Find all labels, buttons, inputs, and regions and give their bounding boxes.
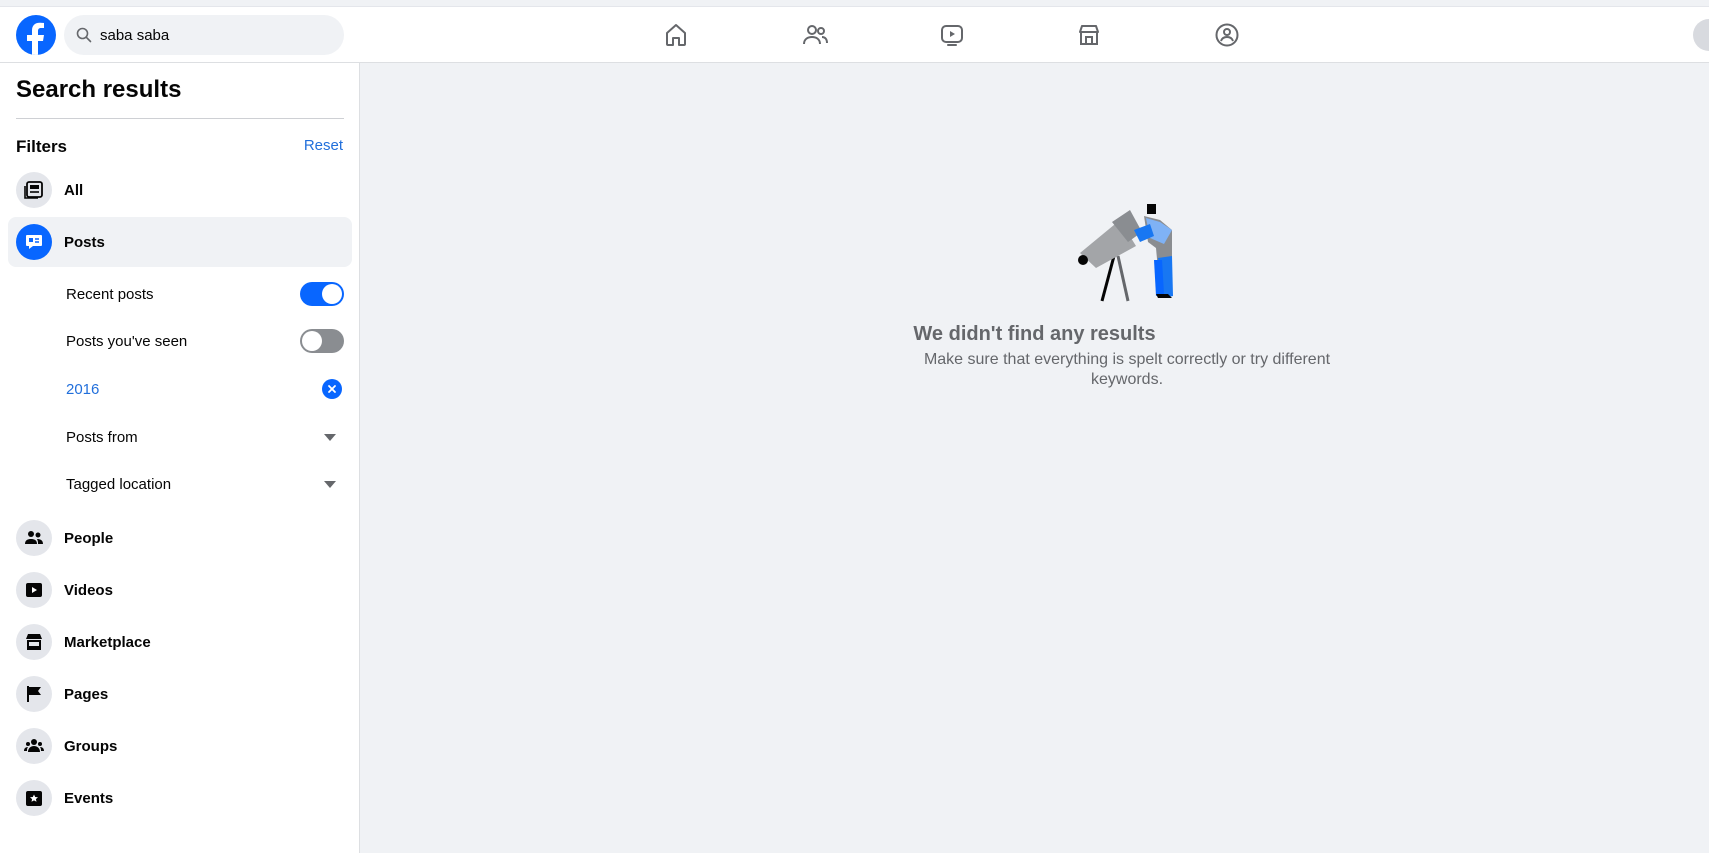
top-navigation-bar: saba saba [0, 6, 1709, 63]
filter-events-label: Events [64, 789, 114, 807]
clear-date-icon[interactable] [322, 379, 342, 399]
no-results-subtitle: Make sure that everything is spelt corre… [923, 351, 1331, 388]
date-posted-filter[interactable]: 2016 [66, 369, 344, 409]
tagged-location-label: Tagged location [66, 475, 172, 493]
events-icon [16, 780, 52, 816]
filter-events[interactable]: Events [8, 773, 352, 823]
posts-from-dropdown[interactable]: Posts from [66, 417, 344, 457]
filter-pages[interactable]: Pages [8, 669, 352, 719]
groups-nav-icon[interactable] [1213, 21, 1241, 49]
posts-seen-filter: Posts you've seen [66, 321, 344, 361]
recent-posts-filter: Recent posts [66, 274, 344, 314]
pages-icon [16, 676, 52, 712]
search-input[interactable]: saba saba [64, 15, 344, 55]
filters-heading: Filters [16, 137, 68, 156]
filter-groups[interactable]: Groups [8, 721, 352, 771]
friends-nav-icon[interactable] [801, 21, 829, 49]
reset-filters-link[interactable]: Reset [304, 137, 343, 154]
posts-icon [16, 224, 52, 260]
videos-icon [16, 572, 52, 608]
filter-marketplace[interactable]: Marketplace [8, 617, 352, 667]
watch-nav-icon[interactable] [938, 21, 966, 49]
page-title: Search results [16, 76, 182, 103]
facebook-logo-icon[interactable] [16, 15, 56, 55]
search-icon [76, 27, 92, 43]
recent-posts-label: Recent posts [66, 285, 154, 303]
marketplace-icon [16, 624, 52, 660]
filter-posts[interactable]: Posts [8, 217, 352, 267]
account-avatar[interactable] [1693, 19, 1709, 51]
tagged-location-dropdown[interactable]: Tagged location [66, 464, 344, 504]
search-results-area: We didn't find any results Make sure tha… [360, 63, 1709, 853]
posts-seen-label: Posts you've seen [66, 332, 188, 350]
all-icon [16, 172, 52, 208]
no-results-title: We didn't find any results [913, 323, 1156, 345]
search-query-text: saba saba [100, 26, 170, 44]
telescope-illustration-icon [1072, 198, 1188, 308]
filter-marketplace-label: Marketplace [64, 633, 151, 651]
chevron-down-icon [324, 433, 336, 441]
filter-pages-label: Pages [64, 685, 109, 703]
posts-from-label: Posts from [66, 428, 138, 446]
filter-people[interactable]: People [8, 513, 352, 563]
filter-videos-label: Videos [64, 581, 113, 599]
filter-posts-label: Posts [64, 233, 105, 251]
divider [16, 118, 344, 119]
filter-videos[interactable]: Videos [8, 565, 352, 615]
recent-posts-toggle[interactable] [300, 282, 344, 306]
filter-all[interactable]: All [8, 165, 352, 215]
groups-icon [16, 728, 52, 764]
filter-people-label: People [64, 529, 114, 547]
people-icon [16, 520, 52, 556]
home-nav-icon[interactable] [662, 21, 690, 49]
chevron-down-icon [324, 480, 336, 488]
filter-all-label: All [64, 181, 84, 199]
posts-seen-toggle[interactable] [300, 329, 344, 353]
marketplace-nav-icon[interactable] [1075, 21, 1103, 49]
filter-groups-label: Groups [64, 737, 118, 755]
date-posted-value: 2016 [66, 380, 100, 398]
search-filters-sidebar: Search results Filters Reset All Posts R… [0, 63, 360, 853]
